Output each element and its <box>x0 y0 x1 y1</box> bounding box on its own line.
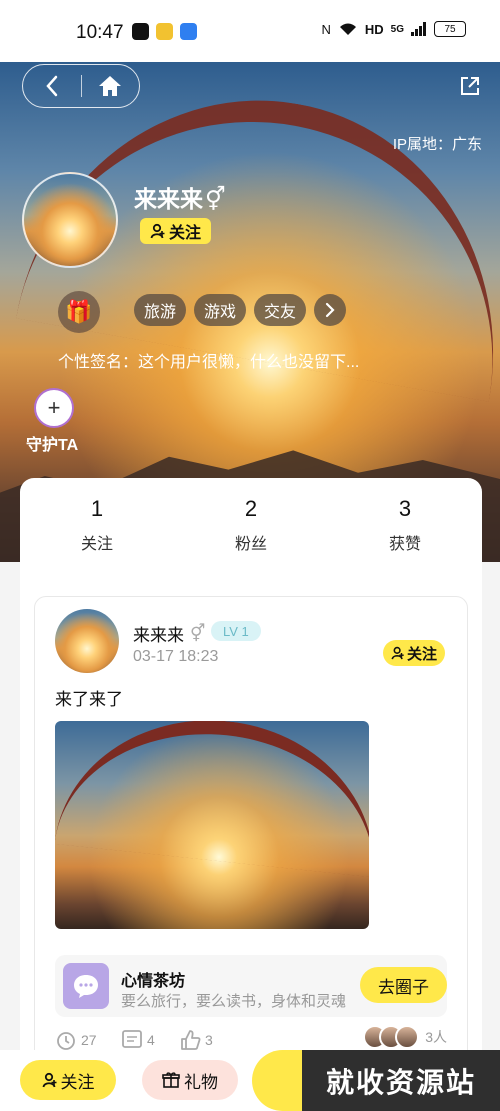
follow-label: 关注 <box>406 645 437 663</box>
gift-icon: 🎁 <box>65 299 93 324</box>
stat-value: 2 <box>244 496 258 521</box>
post-card[interactable]: 来来来 ⚥ LV 1 03-17 18:23 关注 来了来了 心情茶坊 要么旅行… <box>34 596 468 1066</box>
guard-button[interactable]: + <box>34 388 74 428</box>
stat-value: 3 <box>398 496 412 521</box>
watermark: 就收资源站 <box>302 1050 500 1111</box>
battery-icon: 75 <box>434 21 466 37</box>
user-add-icon <box>42 1072 56 1088</box>
participant-avatar <box>395 1025 420 1049</box>
tag-travel[interactable]: 旅游 <box>134 294 187 326</box>
status-indicators: N HD 5G 75 <box>321 21 466 37</box>
nav-capsule <box>22 64 140 108</box>
bottom-gift-button[interactable]: 礼物 <box>142 1060 238 1100</box>
alarm-clock-icon <box>57 1032 75 1050</box>
comment-button[interactable]: 4 <box>121 1029 155 1051</box>
stat-label: 关注 <box>80 536 113 553</box>
tag-games[interactable]: 游戏 <box>194 294 247 326</box>
nfc-icon: N <box>321 21 331 37</box>
views-count: 27 <box>81 1032 97 1048</box>
bottom-follow-button[interactable]: 关注 <box>20 1060 116 1100</box>
stats-card: 1 关注 2 粉丝 3 获赞 <box>20 478 482 568</box>
share-icon <box>461 77 479 95</box>
interest-tags: 旅游 游戏 交友 <box>134 294 347 326</box>
participants[interactable]: 3人 <box>363 1025 447 1049</box>
post-author: 来来来 ⚥ <box>133 621 205 646</box>
post-image[interactable] <box>55 721 369 929</box>
follow-label: 关注 <box>169 225 202 242</box>
shield-app-icon <box>180 23 197 40</box>
gift-button[interactable]: 🎁 <box>58 291 100 333</box>
tags-more-button[interactable] <box>314 294 347 326</box>
likes-count: 3 <box>205 1032 213 1048</box>
plus-icon: + <box>47 395 61 420</box>
profile-avatar[interactable] <box>22 172 118 268</box>
username-text: 来来来 <box>134 186 203 212</box>
comments-count: 4 <box>147 1032 155 1048</box>
user-add-icon <box>391 646 404 660</box>
go-to-circle-button[interactable]: 去圈子 <box>360 967 447 1003</box>
comment-icon <box>122 1030 142 1048</box>
ip-location: IP属地：广东 <box>392 136 482 153</box>
profile-username: 来来来⚥ <box>134 180 226 214</box>
network-label: 5G <box>390 23 404 35</box>
post-avatar[interactable] <box>55 609 119 673</box>
gender-icon: ⚥ <box>190 623 206 643</box>
chevron-left-icon <box>46 75 57 97</box>
user-add-icon <box>150 223 165 239</box>
signal-icon <box>411 22 426 36</box>
guard-label: 守护TA <box>26 437 79 454</box>
post-author-name: 来来来 <box>133 626 184 645</box>
bottom-action-bar: 关注 礼物 就收资源站 <box>0 1050 500 1111</box>
thumbs-up-icon <box>181 1030 201 1050</box>
participants-count: 3人 <box>425 1029 447 1045</box>
status-bar: 10:47 N HD 5G 75 <box>0 0 500 62</box>
home-button[interactable] <box>81 64 139 108</box>
post-follow-button[interactable]: 关注 <box>382 640 445 666</box>
back-button[interactable] <box>23 64 81 108</box>
gift-label: 礼物 <box>184 1072 218 1092</box>
hd-icon: HD <box>364 21 384 37</box>
status-time: 10:47 <box>76 22 124 43</box>
gender-icon: ⚥ <box>205 186 226 212</box>
post-time: 03-17 18:23 <box>133 648 219 665</box>
stat-followers[interactable]: 2 粉丝 <box>174 478 328 568</box>
tag-social[interactable]: 交友 <box>254 294 307 326</box>
circle-name: 心情茶坊 <box>121 973 186 990</box>
tiktok-icon <box>132 23 149 40</box>
stat-likes[interactable]: 3 获赞 <box>328 478 482 568</box>
stat-label: 获赞 <box>388 536 421 553</box>
stat-following[interactable]: 1 关注 <box>20 478 174 568</box>
gift-icon <box>162 1072 180 1088</box>
chat-bubble-icon <box>63 963 109 1009</box>
app-notification-icon <box>156 23 173 40</box>
post-text: 来了来了 <box>55 690 123 709</box>
signature: 个性签名：这个用户很懒，什么也没留下... <box>58 354 360 371</box>
follow-label: 关注 <box>60 1072 95 1092</box>
circle-description: 要么旅行，要么读书，身体和灵魂 <box>121 993 347 1010</box>
wifi-icon <box>339 23 356 35</box>
circle-card[interactable]: 心情茶坊 要么旅行，要么读书，身体和灵魂 去圈子 <box>55 955 447 1017</box>
chevron-right-icon <box>325 302 335 318</box>
paraglider-silhouette <box>55 721 369 878</box>
home-icon <box>99 76 122 96</box>
like-button[interactable]: 3 <box>179 1029 213 1051</box>
share-button[interactable] <box>458 74 482 103</box>
stat-value: 1 <box>90 496 104 521</box>
views-action: 27 <box>55 1029 97 1051</box>
stat-label: 粉丝 <box>234 536 267 553</box>
profile-follow-button[interactable]: 关注 <box>140 218 212 244</box>
level-badge: LV 1 <box>211 621 261 641</box>
